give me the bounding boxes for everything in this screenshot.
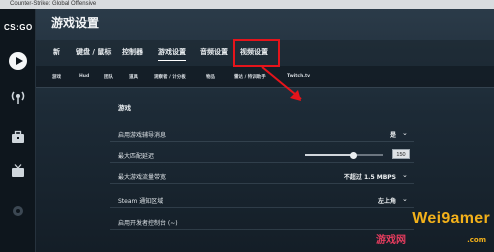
tab-audio-settings[interactable]: 音频设置 [200,47,228,57]
slider-fill [305,154,354,156]
chevron-down-icon[interactable]: ⌄ [402,196,410,204]
setting-row-game-instructor[interactable]: 启用游戏辅导消息 是 ⌄ [110,126,414,142]
briefcase-icon [12,130,24,143]
subtab-radar[interactable]: 雷达 / 特训助手 [234,74,266,80]
tab-controller[interactable]: 控制器 [122,47,143,57]
highlight-box [233,39,280,67]
window-titlebar: Counter-Strike: Global Offensive [0,0,494,9]
sidebar: CS:GO [0,9,36,252]
page-title: 游戏设置 [51,16,100,30]
subtab-items[interactable]: 道具 [129,74,138,80]
inventory-button[interactable] [7,126,29,148]
play-button[interactable] [7,50,29,72]
subtab-team[interactable]: 团队 [104,74,113,80]
broadcast-button[interactable] [7,86,29,108]
setting-label: 最大匹配延迟 [118,153,155,160]
subtab-game[interactable]: 游戏 [52,74,61,80]
slider-handle[interactable] [349,151,357,159]
setting-label: 启用游戏辅导消息 [118,132,167,139]
subtab-spectator-scoreboard[interactable]: 观察者 / 计分板 [154,74,186,80]
setting-label: 最大游戏流量带宽 [118,174,167,181]
setting-row-max-bandwidth[interactable]: 最大游戏流量带宽 不超过 1.5 MBPS ⌄ [110,168,414,184]
tab-keyboard-mouse[interactable]: 键盘 / 鼠标 [76,47,111,57]
section-title: 游戏 [118,104,131,112]
setting-label: Steam 通知区域 [118,198,164,205]
tab-new[interactable]: 新 [53,47,60,57]
tv-button[interactable] [7,160,29,182]
watermark-domain: .com [467,236,486,244]
play-icon [9,52,27,70]
setting-value[interactable]: 左上角 [378,196,396,205]
gear-icon [13,206,23,216]
tv-icon [12,164,24,177]
ping-slider[interactable] [305,151,383,159]
watermark: Wei9amer 游戏网 .com [368,210,492,250]
watermark-sub: 游戏网 [376,235,406,246]
watermark-brand: Wei9amer [412,210,490,227]
chevron-down-icon[interactable]: ⌄ [402,172,410,180]
tab-game-settings[interactable]: 游戏设置 [158,47,186,61]
setting-row-steam-notification[interactable]: Steam 通知区域 左上角 ⌄ [110,192,414,208]
broadcast-icon [11,91,25,104]
ping-value-input[interactable]: 150 [392,149,410,159]
subtab-loadout[interactable]: 物品 [206,74,215,80]
setting-value[interactable]: 是 [390,130,396,139]
window-title: Counter-Strike: Global Offensive [10,1,97,7]
subtab-hud[interactable]: Hud [79,74,89,79]
csgo-logo: CS:GO [4,23,33,32]
settings-button[interactable] [7,200,29,222]
setting-value[interactable]: 不超过 1.5 MBPS [344,172,396,181]
setting-label: 启用开发者控制台 (~) [118,220,178,227]
chevron-down-icon[interactable]: ⌄ [402,130,410,138]
subtab-twitch[interactable]: Twitch.tv [287,74,310,79]
